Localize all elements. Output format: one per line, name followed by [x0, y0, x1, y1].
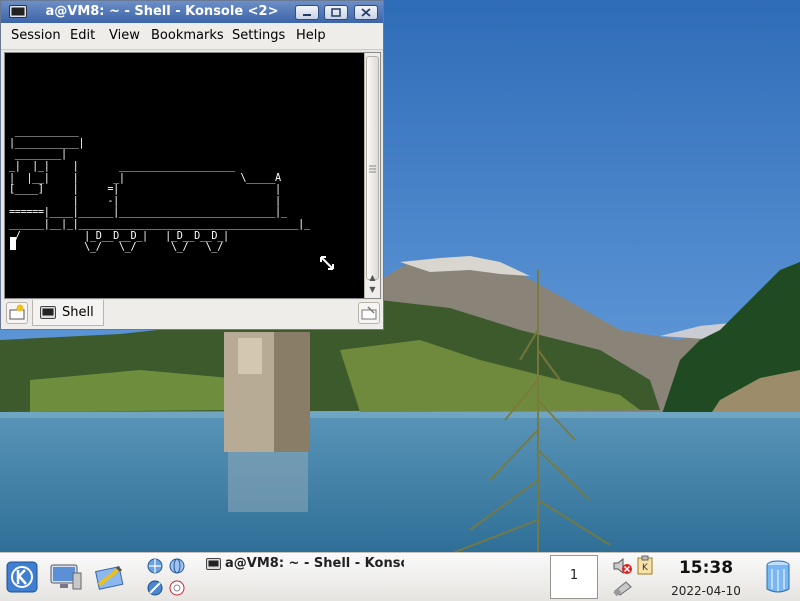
- konsole-window[interactable]: a@VM8: ~ - Shell - Konsole <2> Session E…: [0, 0, 384, 330]
- kde-k-icon[interactable]: [6, 561, 38, 593]
- close-icon: [361, 8, 371, 17]
- close-button[interactable]: [354, 5, 378, 20]
- terminal-icon: [206, 558, 221, 570]
- terminal-text: ___________ |___________| ________| _| |…: [9, 126, 310, 254]
- minimize-button[interactable]: [295, 5, 319, 20]
- help-lifebuoy-icon[interactable]: [168, 579, 186, 597]
- grip-icon: [369, 165, 376, 173]
- terminal-icon: [40, 306, 56, 319]
- clock-time[interactable]: 15:38: [664, 558, 748, 578]
- resize-cursor-icon: [320, 256, 334, 270]
- scroll-up-arrow-icon[interactable]: ▲: [366, 273, 379, 284]
- file-manager-icon[interactable]: [93, 561, 125, 593]
- konqueror-browser-icon[interactable]: [146, 557, 164, 575]
- terminal-cursor: [10, 237, 16, 250]
- terminal-app-icon[interactable]: [9, 5, 27, 18]
- menu-view[interactable]: View: [109, 28, 140, 43]
- scroll-down-arrow-icon[interactable]: ▼: [366, 285, 379, 296]
- show-desktop-icon[interactable]: [50, 563, 82, 591]
- speaker-muted-icon[interactable]: [612, 556, 634, 576]
- window-title: a@VM8: ~ - Shell - Konsole <2>: [45, 4, 279, 19]
- trash-icon[interactable]: [765, 559, 791, 595]
- tab-label: Shell: [62, 305, 94, 320]
- clock-date[interactable]: 2022-04-10: [664, 584, 748, 598]
- maximize-button[interactable]: [324, 5, 348, 20]
- menu-bookmarks[interactable]: Bookmarks: [151, 28, 224, 43]
- pager-desktop-number: 1: [569, 568, 579, 583]
- new-session-button[interactable]: [6, 302, 28, 324]
- menu-edit[interactable]: Edit: [70, 28, 95, 43]
- tab-shell[interactable]: Shell: [32, 300, 104, 326]
- scrollbar-thumb[interactable]: [366, 56, 379, 280]
- close-session-button[interactable]: [358, 302, 380, 324]
- menubar: Session Edit View Bookmarks Settings Hel…: [1, 23, 383, 50]
- maximize-icon: [331, 8, 341, 17]
- web-browser-icon[interactable]: [146, 579, 164, 597]
- taskbar-entry-konsole[interactable]: a@VM8: ~ - Shell - Konsole: [204, 555, 404, 575]
- kde-panel: a@VM8: ~ - Shell - Konsole 1 K 15:38 202…: [0, 552, 800, 601]
- new-tab-icon: [9, 304, 25, 320]
- menu-session[interactable]: Session: [11, 28, 61, 43]
- menu-settings[interactable]: Settings: [232, 28, 285, 43]
- terminal-output[interactable]: ___________ |___________| ________| _| |…: [5, 53, 364, 298]
- taskbar-entry-label: a@VM8: ~ - Shell - Konsole: [225, 556, 404, 571]
- desktop-pager[interactable]: 1: [550, 555, 598, 599]
- terminal-frame: ___________ |___________| ________| _| |…: [4, 52, 381, 299]
- clipboard-klipper-icon[interactable]: K: [636, 555, 654, 575]
- menu-help[interactable]: Help: [296, 28, 326, 43]
- minimize-icon: [303, 14, 311, 16]
- window-titlebar[interactable]: a@VM8: ~ - Shell - Konsole <2>: [1, 1, 383, 23]
- network-globe-icon[interactable]: [168, 557, 186, 575]
- session-tabbar: Shell: [1, 300, 383, 329]
- usb-device-icon[interactable]: [612, 579, 634, 597]
- terminal-scrollbar[interactable]: ▲ ▼: [364, 53, 380, 298]
- close-tab-icon: [361, 306, 377, 320]
